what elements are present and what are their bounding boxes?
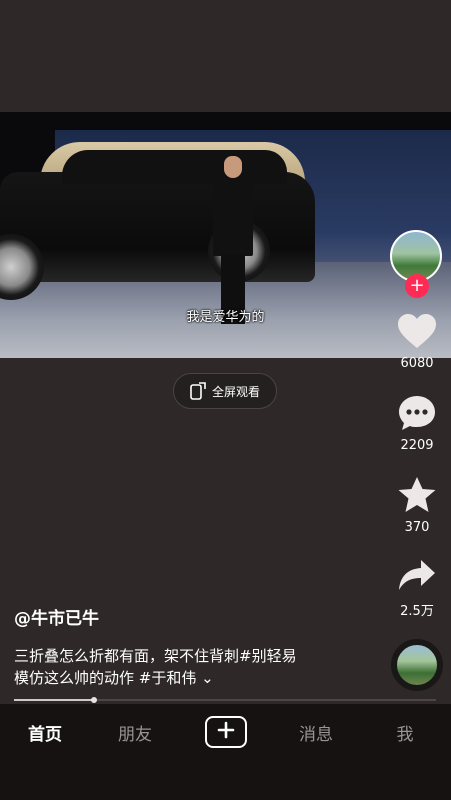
description-line-1: 三折叠怎么折都有面，架不住背刺#别轻易 xyxy=(14,647,297,665)
fullscreen-button[interactable]: 全屏观看 xyxy=(173,373,277,409)
comment-count: 2209 xyxy=(400,438,434,453)
author-name[interactable]: @牛市已牛 xyxy=(14,604,99,629)
presenter-head xyxy=(224,156,242,178)
description-line-2-text: 模仿这么帅的动作 #于和伟 xyxy=(14,669,197,687)
follow-button[interactable]: + xyxy=(405,274,429,298)
video-progress-bar[interactable] xyxy=(14,697,436,703)
comment-icon xyxy=(397,396,437,436)
share-arrow-icon xyxy=(397,560,437,598)
video-subtitle: 我是爱华为的 xyxy=(186,310,265,325)
plus-icon xyxy=(217,721,235,743)
favorite-button[interactable]: 370 xyxy=(389,476,445,535)
presenter-figure xyxy=(213,156,253,326)
comment-button[interactable]: 2209 xyxy=(389,394,445,453)
music-disc[interactable] xyxy=(391,639,443,691)
post-description: 三折叠怎么折都有面，架不住背刺#别轻易 模仿这么帅的动作 #于和伟 ⌄ xyxy=(14,645,344,689)
heart-icon xyxy=(397,314,437,354)
progress-knob[interactable] xyxy=(91,697,98,703)
car-body xyxy=(0,172,315,282)
video-player[interactable]: 我是爱华为的 xyxy=(0,112,451,358)
description-line-2[interactable]: 模仿这么帅的动作 #于和伟 ⌄ xyxy=(14,667,344,689)
fullscreen-icon xyxy=(190,382,206,400)
presenter-suit xyxy=(213,178,253,256)
tab-messages[interactable]: 消息 xyxy=(286,720,346,745)
tab-me[interactable]: 我 xyxy=(375,720,435,745)
fullscreen-label: 全屏观看 xyxy=(211,384,260,399)
favorite-count: 370 xyxy=(404,520,430,535)
like-count: 6080 xyxy=(400,356,434,371)
tab-friends[interactable]: 朋友 xyxy=(105,720,165,745)
expand-chevron-icon[interactable]: ⌄ xyxy=(201,669,214,687)
bottom-tab-bar: 首页 朋友 消息 我 xyxy=(0,704,451,800)
car-window xyxy=(62,150,287,184)
progress-fill xyxy=(14,699,95,701)
share-button[interactable]: 2.5万 xyxy=(389,558,445,619)
star-icon xyxy=(397,477,437,518)
tab-home[interactable]: 首页 xyxy=(15,720,75,745)
share-count: 2.5万 xyxy=(400,604,434,619)
create-button[interactable] xyxy=(205,716,247,748)
like-button[interactable]: 6080 xyxy=(389,314,445,371)
